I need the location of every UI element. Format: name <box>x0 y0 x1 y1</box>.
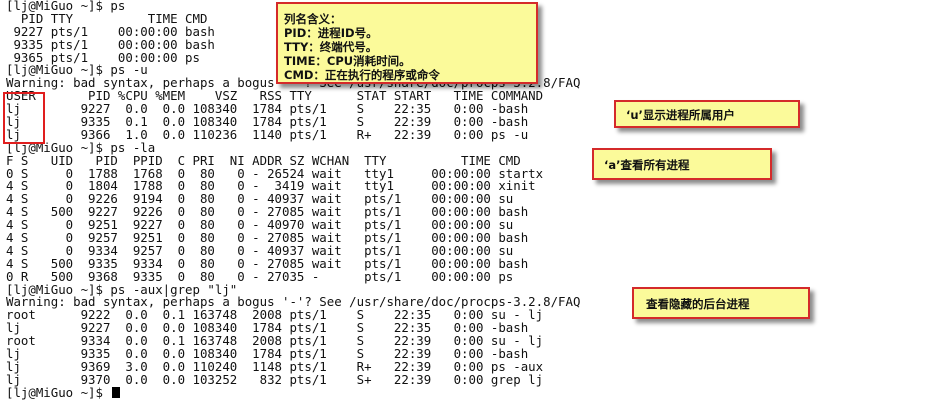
terminal-prompt: [lj@MiGuo ~]$ <box>6 384 111 400</box>
u-option-note: ‘u’显示进程所属用户 <box>614 100 800 128</box>
legend-pid: PID：进程ID号。 <box>284 26 378 40</box>
legend-cmd: CMD：正在执行的程序或命令 <box>284 68 440 82</box>
text-cursor <box>112 386 121 398</box>
user-column-highlight <box>3 92 45 144</box>
terminal-prompt-line[interactable]: [lj@MiGuo ~]$ <box>6 384 580 400</box>
legend-title: 列名含义： <box>284 12 342 26</box>
column-legend-note: 列名含义： PID：进程ID号。 TTY：终端代号。 TIME：CPU消耗时间。… <box>276 2 538 84</box>
legend-time: TIME：CPU消耗时间。 <box>284 54 411 68</box>
a-option-note: ‘a’查看所有进程 <box>592 148 772 180</box>
grep-note: 查看隐藏的后台进程 <box>632 287 810 319</box>
legend-tty: TTY：终端代号。 <box>284 40 378 54</box>
